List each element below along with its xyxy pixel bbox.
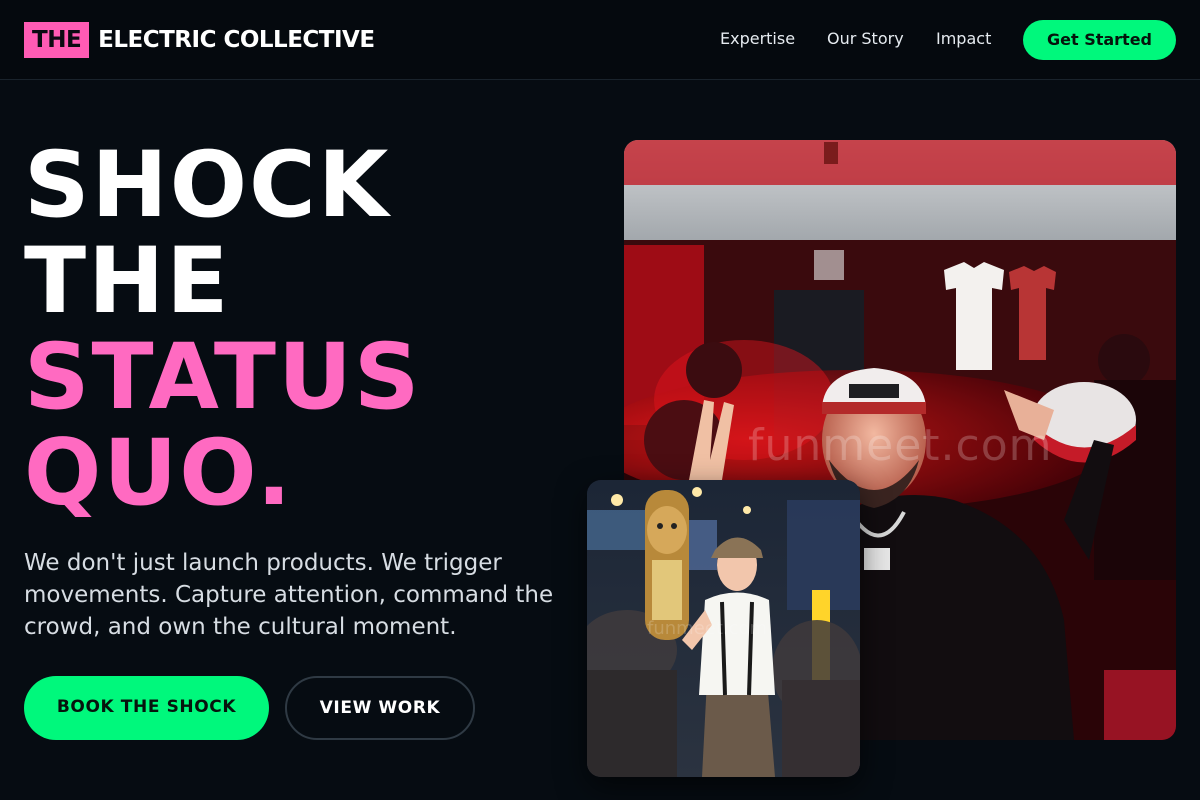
headline-line-4: QUO. bbox=[24, 421, 294, 526]
get-started-button[interactable]: Get Started bbox=[1023, 20, 1176, 60]
logo-wordmark: ELECTRIC COLLECTIVE bbox=[98, 27, 375, 53]
main-photo-watermark: funmeet.com bbox=[748, 420, 1053, 471]
brand-logo[interactable]: THE ELECTRIC COLLECTIVE bbox=[24, 22, 375, 58]
view-work-button[interactable]: VIEW WORK bbox=[285, 676, 475, 740]
hero-subcopy: We don't just launch products. We trigge… bbox=[24, 550, 554, 640]
nav-link-our-story[interactable]: Our Story bbox=[827, 29, 904, 48]
nav-link-expertise[interactable]: Expertise bbox=[720, 29, 795, 48]
hero-headline: SHOCK THE STATUS QUO. bbox=[24, 138, 421, 522]
headline-line-1: SHOCK bbox=[24, 133, 391, 238]
top-navbar: THE ELECTRIC COLLECTIVE Expertise Our St… bbox=[0, 0, 1200, 80]
headline-line-2: THE bbox=[24, 229, 231, 334]
book-the-shock-button[interactable]: BOOK THE SHOCK bbox=[24, 676, 269, 740]
logo-highlight-box: THE bbox=[24, 22, 90, 58]
nav-link-impact[interactable]: Impact bbox=[936, 29, 991, 48]
headline-line-3: STATUS bbox=[24, 325, 422, 430]
hero-photo-secondary: funmeet.com bbox=[587, 480, 860, 777]
secondary-photo-watermark: funmeet.com bbox=[647, 618, 768, 639]
